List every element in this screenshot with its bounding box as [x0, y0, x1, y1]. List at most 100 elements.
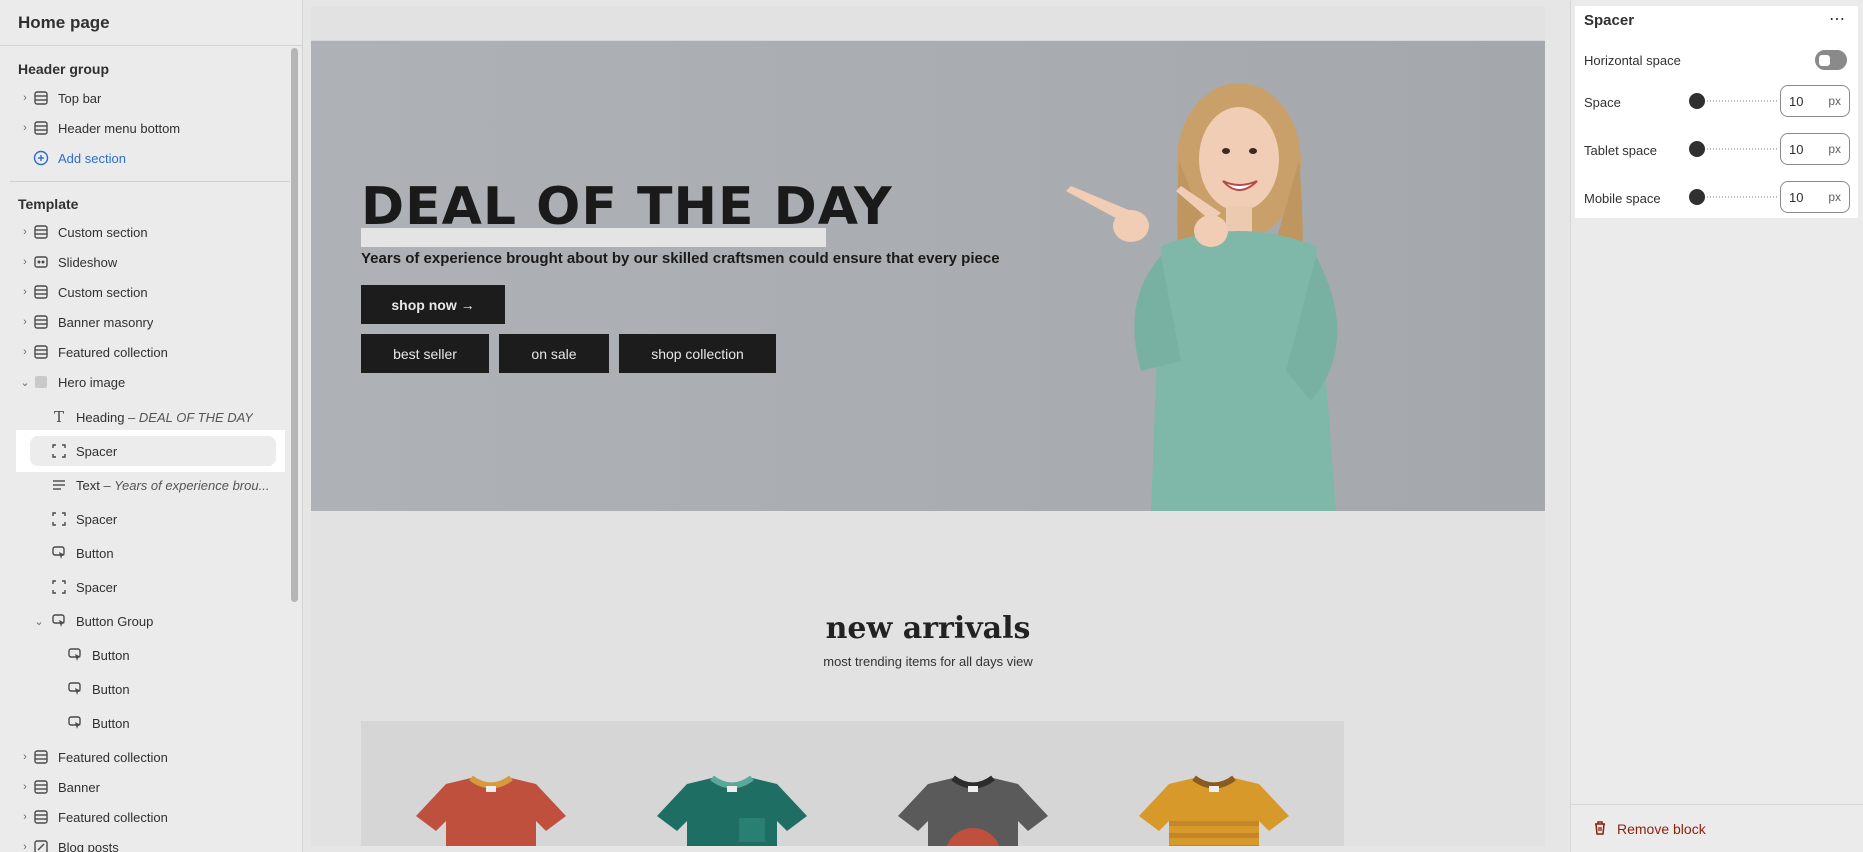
remove-block-label: Remove block — [1617, 821, 1706, 837]
slider-thumb[interactable] — [1689, 141, 1705, 157]
tree-item-label: Button — [92, 715, 130, 731]
product-card[interactable] — [1084, 721, 1344, 846]
spacer-icon — [50, 442, 68, 460]
button-cursor-icon — [66, 714, 84, 732]
template-title: Template — [18, 196, 79, 212]
tree-item-featured-collection[interactable]: › Featured collection — [0, 802, 290, 832]
plus-circle-icon — [32, 149, 50, 167]
tree-item-spacer[interactable]: Spacer — [0, 572, 290, 602]
tree-item-label: Button — [92, 681, 130, 697]
space-value[interactable]: 10 — [1789, 94, 1828, 109]
chevron-right-icon[interactable]: › — [18, 226, 32, 238]
chevron-right-icon[interactable]: › — [18, 751, 32, 763]
best-seller-button[interactable]: best seller — [361, 334, 489, 373]
unit-label: px — [1828, 142, 1841, 156]
tree-item-button[interactable]: Button — [0, 708, 290, 738]
tree-item-label: Spacer — [76, 579, 118, 595]
tree-item-label: Button Group — [76, 613, 154, 629]
slider-thumb[interactable] — [1689, 93, 1705, 109]
chevron-down-icon[interactable]: ⌄ — [32, 615, 46, 628]
tree-item-featured-collection[interactable]: › Featured collection — [0, 337, 290, 367]
sidebar-scrollbar[interactable] — [291, 48, 298, 602]
section-icon — [32, 808, 50, 826]
chevron-right-icon[interactable]: › — [18, 122, 32, 134]
more-actions-icon[interactable]: ⋯ — [1829, 9, 1846, 29]
tree-item-label: Button — [92, 647, 130, 663]
spacer-icon — [50, 510, 68, 528]
chevron-right-icon[interactable]: › — [18, 286, 32, 298]
chevron-right-icon[interactable]: › — [18, 781, 32, 793]
section-icon — [32, 223, 50, 241]
section-icon — [32, 313, 50, 331]
section-icon — [32, 778, 50, 796]
page-title: Home page — [18, 13, 110, 32]
button-cursor-icon — [50, 612, 68, 630]
tree-item-button-group[interactable]: ⌄ Button Group — [0, 606, 290, 636]
hero-text[interactable]: Years of experience brought about by our… — [361, 250, 1000, 267]
tree-item-button[interactable]: Button — [0, 538, 290, 568]
product-card[interactable] — [843, 721, 1103, 846]
tree-item-banner[interactable]: › Banner — [0, 772, 290, 802]
shop-collection-button[interactable]: shop collection — [619, 334, 776, 373]
tree-item-text-block[interactable]: Text – Years of experience brou... — [0, 470, 290, 500]
chevron-right-icon[interactable]: › — [18, 256, 32, 268]
tree-item-custom-section[interactable]: › Custom section — [0, 217, 290, 247]
selected-spacer-block[interactable] — [361, 228, 826, 247]
tree-item-spacer[interactable]: Spacer — [0, 504, 290, 534]
tree-item-button[interactable]: Button — [0, 674, 290, 704]
tree-item-hero-image[interactable]: ⌄ Hero image — [0, 367, 290, 397]
add-section-button[interactable]: Add section — [0, 143, 290, 173]
image-icon — [32, 373, 50, 391]
chevron-right-icon[interactable]: › — [18, 316, 32, 328]
divider — [0, 45, 302, 46]
new-arrivals-section: new arrivals most trending items for all… — [311, 511, 1545, 846]
tree-item-slideshow[interactable]: › Slideshow — [0, 247, 290, 277]
remove-block-button[interactable]: Remove block — [1593, 820, 1706, 838]
chevron-right-icon[interactable]: › — [18, 841, 32, 852]
mobile-space-value[interactable]: 10 — [1789, 190, 1828, 205]
space-input[interactable]: 10 px — [1780, 85, 1850, 117]
tree-item-label: Slideshow — [58, 254, 118, 270]
new-arrivals-subtitle: most trending items for all days view — [823, 654, 1033, 669]
tablet-space-slider[interactable] — [1689, 141, 1777, 157]
spacer-settings-card: Spacer ⋯ Horizontal space Space 10 px Tab… — [1575, 6, 1858, 218]
tree-item-header-menu-bottom[interactable]: › Header menu bottom — [0, 113, 290, 143]
tree-item-blog-posts[interactable]: › Blog posts — [0, 832, 290, 852]
tree-item-banner-masonry[interactable]: › Banner masonry — [0, 307, 290, 337]
product-card[interactable] — [361, 721, 621, 846]
on-sale-button[interactable]: on sale — [499, 334, 609, 373]
tablet-space-label: Tablet space — [1584, 143, 1657, 158]
mobile-space-label: Mobile space — [1584, 191, 1661, 206]
tree-item-featured-collection[interactable]: › Featured collection — [0, 742, 290, 772]
product-card[interactable] — [602, 721, 862, 846]
tablet-space-value[interactable]: 10 — [1789, 142, 1828, 157]
chevron-right-icon[interactable]: › — [18, 811, 32, 823]
tree-item-custom-section[interactable]: › Custom section — [0, 277, 290, 307]
unit-label: px — [1828, 190, 1841, 204]
tree-item-label: Banner masonry — [58, 314, 154, 330]
chevron-right-icon[interactable]: › — [18, 92, 32, 104]
horizontal-space-toggle[interactable] — [1815, 50, 1847, 70]
tree-item-label: Heading — [76, 409, 125, 425]
chevron-right-icon[interactable]: › — [18, 346, 32, 358]
section-icon — [32, 283, 50, 301]
mobile-space-input[interactable]: 10 px — [1780, 181, 1850, 213]
tree-item-label: Featured collection — [58, 344, 168, 360]
theme-editor: Home page Header group › Top bar › Heade… — [0, 0, 1863, 852]
tree-item-top-bar[interactable]: › Top bar — [0, 83, 290, 113]
tree-item-label: Featured collection — [58, 809, 168, 825]
divider — [10, 181, 290, 182]
tree-item-spacer-selected[interactable]: Spacer — [0, 436, 290, 466]
tree-item-button[interactable]: Button — [0, 640, 290, 670]
preview-canvas: DEAL OF THE DAY Years of experience brou… — [311, 6, 1545, 846]
slider-thumb[interactable] — [1689, 189, 1705, 205]
tree-item-heading-block[interactable]: T Heading – DEAL OF THE DAY — [0, 402, 290, 432]
toggle-knob — [1819, 55, 1830, 66]
mobile-space-slider[interactable] — [1689, 189, 1777, 205]
tree-item-sublabel: – DEAL OF THE DAY — [124, 409, 254, 425]
button-cursor-icon — [66, 680, 84, 698]
space-slider[interactable] — [1689, 93, 1777, 109]
tablet-space-input[interactable]: 10 px — [1780, 133, 1850, 165]
shop-now-button[interactable]: shop now → — [361, 285, 505, 324]
chevron-down-icon[interactable]: ⌄ — [18, 376, 32, 389]
